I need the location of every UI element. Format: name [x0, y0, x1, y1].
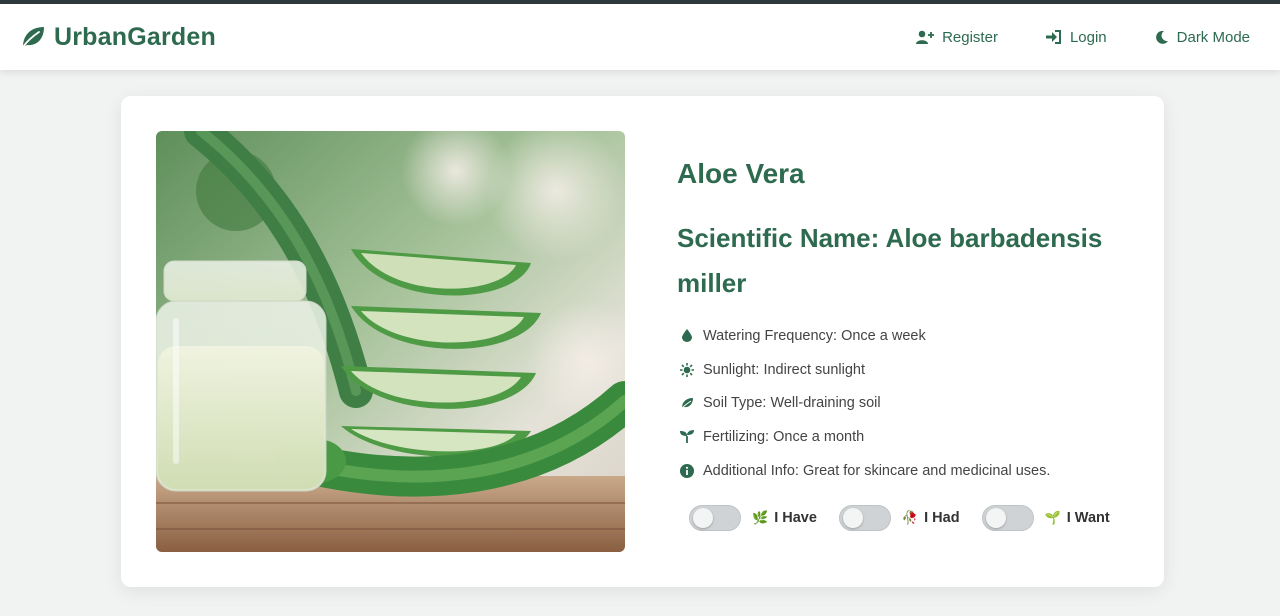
- i-have-switch[interactable]: [689, 505, 741, 532]
- watering-text: Watering Frequency: Once a week: [703, 327, 926, 344]
- toggle-i-want: 🌱 I Want: [981, 505, 1110, 532]
- toggle-i-had: 🥀 I Had: [838, 505, 960, 532]
- fertilizing-text: Fertilizing: Once a month: [703, 428, 865, 445]
- sun-icon: [677, 362, 697, 377]
- collection-toggles: 🌿 I Have 🥀 I Had 🌱 I Want: [677, 505, 1137, 532]
- sunlight-detail: Sunlight: Indirect sunlight: [677, 353, 1137, 387]
- watering-detail: Watering Frequency: Once a week: [677, 319, 1137, 353]
- plant-info: Aloe Vera Scientific Name: Aloe barbaden…: [677, 154, 1137, 532]
- dark-mode-toggle[interactable]: Dark Mode: [1155, 29, 1250, 46]
- switch-knob: [842, 508, 863, 529]
- i-want-label: I Want: [1066, 510, 1110, 527]
- i-have-label: I Have: [774, 510, 817, 527]
- scientific-name: Scientific Name: Aloe barbadensis miller: [677, 223, 1103, 298]
- plant-name: Aloe Vera: [677, 158, 805, 189]
- moon-icon: [1155, 30, 1169, 44]
- leaf-icon: [677, 397, 697, 409]
- care-details-list: Watering Frequency: Once a week Sunlight…: [677, 319, 1137, 487]
- seedling-icon: [677, 430, 697, 444]
- login-link[interactable]: Login: [1045, 28, 1107, 46]
- nav-links: Register Login Dark Mode: [916, 29, 1250, 46]
- sunlight-text: Sunlight: Indirect sunlight: [703, 361, 866, 378]
- register-link[interactable]: Register: [916, 29, 998, 46]
- i-had-switch[interactable]: [838, 505, 891, 532]
- toggle-i-have: 🌿 I Have: [689, 505, 817, 532]
- info-icon: [677, 463, 697, 478]
- wilted-flower-icon: 🥀: [901, 510, 919, 526]
- brand-logo[interactable]: UrbanGarden: [20, 23, 216, 52]
- fertilizing-detail: Fertilizing: Once a month: [677, 420, 1137, 454]
- switch-knob: [693, 508, 713, 529]
- plant-card: Aloe Vera Scientific Name: Aloe barbaden…: [121, 96, 1164, 587]
- i-had-label: I Had: [924, 510, 960, 527]
- user-plus-icon: [916, 30, 935, 44]
- login-label: Login: [1069, 28, 1107, 46]
- navbar: UrbanGarden Register Login Dark Mode: [0, 4, 1280, 70]
- leaf-icon: [20, 24, 46, 50]
- herb-icon: 🌿: [752, 510, 769, 526]
- additional-info-detail: Additional Info: Great for skincare and …: [677, 454, 1137, 488]
- droplet-icon: [677, 329, 697, 343]
- soil-text: Soil Type: Well-draining soil: [703, 395, 881, 412]
- i-want-switch[interactable]: [981, 505, 1034, 532]
- register-label: Register: [942, 28, 998, 46]
- dark-mode-label: Dark Mode: [1176, 28, 1250, 46]
- sign-in-icon: [1045, 30, 1062, 44]
- seedling-icon: 🌱: [1044, 510, 1061, 526]
- brand-name: UrbanGarden: [54, 22, 216, 51]
- additional-info-text: Additional Info: Great for skincare and …: [703, 462, 1051, 479]
- plant-image: [156, 131, 625, 552]
- soil-detail: Soil Type: Well-draining soil: [677, 386, 1137, 420]
- switch-knob: [985, 508, 1006, 529]
